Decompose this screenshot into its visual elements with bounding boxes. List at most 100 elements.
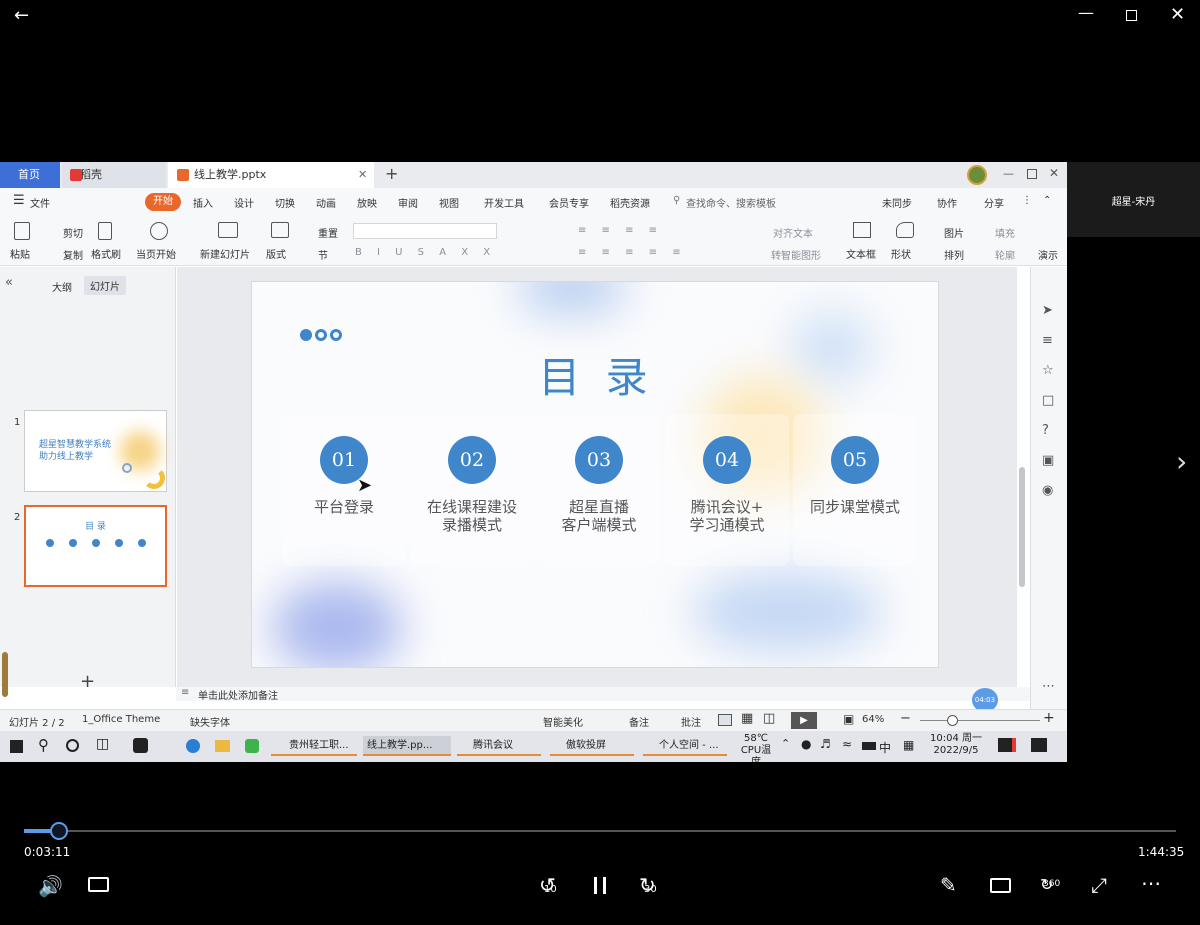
star-icon[interactable]: ☆ <box>1042 363 1054 378</box>
next-arrow-icon[interactable]: › <box>1176 448 1187 476</box>
slide-canvas[interactable]: 目 录 01 平台登录 02 在线课程建设 录播模式 03 超星直播 客户端模式 0… <box>251 281 939 668</box>
outline-button[interactable]: 轮廓 <box>995 247 1015 262</box>
volume-icon[interactable]: ♬ <box>820 737 831 751</box>
rocket-icon[interactable]: ➤ <box>1042 303 1053 318</box>
menu-file[interactable]: 文件 <box>30 195 50 210</box>
screen-record-icon[interactable] <box>998 738 1016 752</box>
fullscreen-icon[interactable]: ⤢ <box>1091 875 1107 895</box>
subtitles-icon[interactable] <box>88 877 109 892</box>
scroll-handle[interactable] <box>2 652 8 697</box>
collapse-ribbon-icon[interactable]: ⌃ <box>1043 195 1051 206</box>
missing-font-button[interactable]: 缺失字体 <box>190 714 230 729</box>
format-painter-button[interactable]: 格式刷 <box>91 246 121 261</box>
edge-icon[interactable] <box>186 739 200 753</box>
taskbar-app-wps[interactable]: 线上教学.pp... <box>363 736 451 756</box>
picture-button[interactable]: 图片 <box>944 225 964 240</box>
close-icon[interactable]: ✕ <box>1170 5 1185 25</box>
tab-slides[interactable]: 幻灯片 <box>84 276 126 295</box>
ime-indicator[interactable]: 中 <box>879 739 891 756</box>
folder-icon[interactable] <box>215 740 230 752</box>
sliders-icon[interactable]: ≡ <box>1042 333 1053 348</box>
notification-icon[interactable] <box>1031 738 1047 752</box>
collapse-panel-icon[interactable]: « <box>5 275 13 290</box>
zoom-slider-thumb[interactable] <box>947 715 958 726</box>
menu-animation[interactable]: 动画 <box>316 195 336 210</box>
section-button[interactable]: 节 <box>318 247 328 262</box>
wechat-icon[interactable] <box>245 739 259 753</box>
fit-icon[interactable]: ▣ <box>843 712 854 726</box>
smart-art-button[interactable]: 转智能图形 <box>771 247 821 262</box>
tab-file[interactable]: 线上教学.pptx ✕ <box>168 162 374 188</box>
more-dots-icon[interactable]: ⋯ <box>1042 679 1055 694</box>
window-close-icon[interactable]: ✕ <box>1049 166 1059 180</box>
align-text-button[interactable]: 对齐文本 <box>773 225 813 240</box>
notes-placeholder[interactable]: 单击此处添加备注 <box>198 687 278 702</box>
tray-chevron-icon[interactable]: ⌃ <box>781 737 790 750</box>
zoom-out-icon[interactable]: − <box>900 711 911 726</box>
smart-beautify-button[interactable]: 智能美化 <box>543 714 583 729</box>
menu-design[interactable]: 设计 <box>234 195 254 210</box>
vertical-scrollbar[interactable] <box>1019 467 1025 587</box>
taskbar-app-tencent-meeting[interactable]: 腾讯会议 <box>457 736 541 756</box>
network-icon[interactable]: ≈ <box>842 737 852 751</box>
shape-button[interactable]: 形状 <box>891 246 911 261</box>
grid-view-icon[interactable]: ▦ <box>741 711 753 726</box>
back-arrow-icon[interactable]: ← <box>14 6 29 26</box>
layout-button[interactable]: 版式 <box>266 246 286 261</box>
tab-daoke[interactable]: 稻壳 <box>62 162 166 188</box>
paste-button[interactable]: 粘贴 <box>10 246 30 261</box>
hamburger-icon[interactable]: ☰ <box>13 193 25 208</box>
arrange-button[interactable]: 排列 <box>944 247 964 262</box>
font-name-select[interactable] <box>353 223 497 239</box>
window-restore-icon[interactable] <box>1027 169 1037 179</box>
command-search-input[interactable]: 查找命令、搜索模板 <box>686 195 776 210</box>
more-options-icon[interactable]: ⋯ <box>1141 873 1161 893</box>
mic-icon[interactable]: ● <box>801 737 811 751</box>
unsynced-button[interactable]: 未同步 <box>882 195 912 210</box>
collab-button[interactable]: 协作 <box>937 195 957 210</box>
pause-icon[interactable] <box>594 877 606 894</box>
fill-button[interactable]: 填充 <box>995 225 1015 240</box>
zoom-slider[interactable] <box>920 720 1040 721</box>
zoom-in-icon[interactable]: + <box>1043 710 1055 726</box>
play-current-button[interactable]: 当页开始 <box>136 246 176 261</box>
menu-review[interactable]: 审阅 <box>398 195 418 210</box>
menu-start-pill[interactable]: 开始 <box>145 193 181 211</box>
menu-view[interactable]: 视图 <box>439 195 459 210</box>
maximize-icon[interactable] <box>1126 10 1137 21</box>
menu-daoke-resources[interactable]: 稻壳资源 <box>610 195 650 210</box>
progress-track[interactable] <box>24 830 1176 832</box>
comment-icon[interactable]: □ <box>1042 393 1054 408</box>
cortana-icon[interactable] <box>66 739 79 752</box>
comments-button[interactable]: 批注 <box>681 714 701 729</box>
clock[interactable]: 10:04 周一 2022/9/5 <box>926 733 986 757</box>
image-tool-icon[interactable]: ▣ <box>1042 453 1054 468</box>
slide-thumbnail-2[interactable]: 目 录 <box>24 505 167 587</box>
play-slideshow-button[interactable]: ▶ <box>791 712 817 729</box>
ime-mode-icon[interactable]: ▦ <box>903 738 914 752</box>
more-vert-icon[interactable]: ⋮ <box>1022 195 1032 206</box>
normal-view-icon[interactable] <box>718 714 732 726</box>
taskbar-app-personal-space[interactable]: 个人空间 - ... <box>643 736 727 756</box>
windows-start-icon[interactable] <box>10 740 23 753</box>
new-tab-icon[interactable]: + <box>385 164 398 183</box>
avatar[interactable] <box>967 165 987 185</box>
progress-thumb[interactable] <box>50 822 69 840</box>
volume-icon[interactable]: 🔊 <box>38 876 63 896</box>
app-icon[interactable] <box>133 738 148 753</box>
tab-close-icon[interactable]: ✕ <box>358 162 367 188</box>
taskbar-app-browser[interactable]: 贵州轻工职... <box>271 736 357 756</box>
zoom-level[interactable]: 64% <box>862 714 884 725</box>
search-taskbar-icon[interactable]: ⚲ <box>38 736 49 754</box>
pen-icon[interactable]: ✎ <box>940 875 957 895</box>
task-view-icon[interactable]: ◫ <box>96 736 109 752</box>
slide-thumbnail-1[interactable]: 超星智慧教学系统 助力线上教学 <box>24 410 167 492</box>
tab-outline[interactable]: 大纲 <box>52 279 72 294</box>
menu-developer[interactable]: 开发工具 <box>484 195 524 210</box>
reset-button[interactable]: 重置 <box>318 225 338 240</box>
reading-view-icon[interactable]: ◫ <box>763 711 775 726</box>
tab-home[interactable]: 首页 <box>0 162 60 188</box>
miniplayer-icon[interactable] <box>990 878 1011 893</box>
menu-transition[interactable]: 切换 <box>275 195 295 210</box>
menu-insert[interactable]: 插入 <box>193 195 213 210</box>
